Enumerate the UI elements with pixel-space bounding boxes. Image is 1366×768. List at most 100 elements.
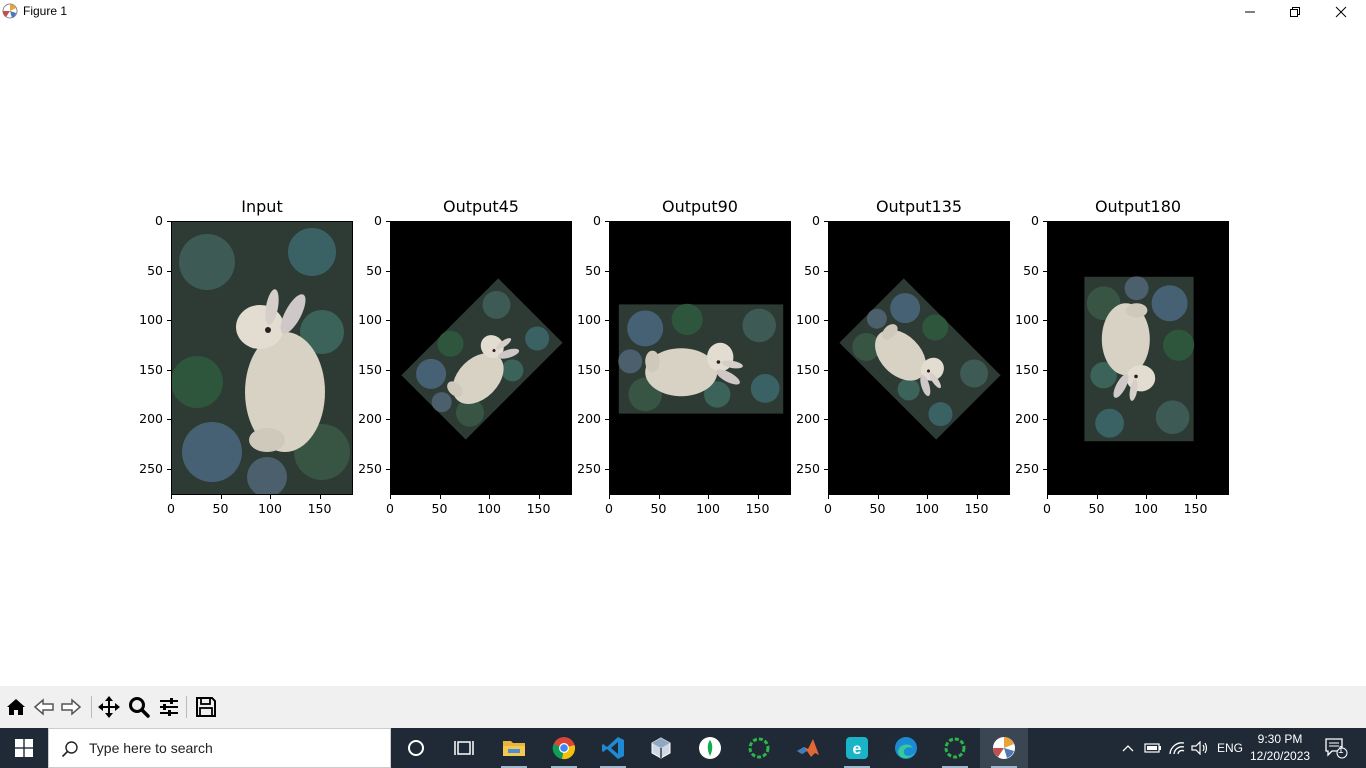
taskbar-virtualbox[interactable] (637, 728, 685, 768)
task-view-button[interactable] (440, 728, 488, 768)
pan-button[interactable] (96, 694, 122, 720)
taskbar-app-ring-2[interactable] (931, 728, 979, 768)
cortana-icon (408, 740, 424, 756)
home-button[interactable] (3, 694, 29, 720)
x-tick-label: 150 (526, 501, 551, 516)
close-button[interactable] (1318, 0, 1364, 24)
y-tick-mark (824, 320, 828, 321)
y-tick-mark (167, 320, 171, 321)
x-tick-label: 0 (824, 501, 832, 516)
y-tick-label: 150 (139, 361, 163, 377)
taskbar-eclipse-app[interactable]: e (833, 728, 881, 768)
forward-button[interactable] (58, 694, 84, 720)
y-tick-label: 0 (812, 213, 820, 228)
y-tick-mark (386, 270, 390, 272)
y-tick-mark (605, 419, 609, 420)
close-icon (1335, 6, 1347, 18)
x-tick-label: 150 (745, 501, 770, 516)
taskbar-mongodb[interactable] (686, 728, 734, 768)
save-button[interactable] (193, 694, 219, 720)
y-tick-label: 150 (577, 361, 601, 377)
window-title: Figure 1 (23, 4, 68, 18)
y-tick-label: 150 (796, 361, 820, 377)
back-button[interactable] (31, 694, 57, 720)
y-tick-label: 50 (804, 262, 820, 278)
image-axes[interactable] (828, 221, 1010, 495)
taskbar-vscode[interactable] (589, 728, 637, 768)
x-tick-label: 50 (431, 501, 448, 516)
image-axes[interactable] (1047, 221, 1229, 495)
configure-subplots-button[interactable] (156, 694, 182, 720)
image-axes[interactable] (390, 221, 572, 495)
x-tick-mark (877, 495, 879, 499)
y-tick-mark (386, 221, 390, 222)
notification-icon (1325, 738, 1348, 759)
axes-title: Output45 (443, 197, 519, 216)
taskbar-app-ring[interactable] (735, 728, 783, 768)
y-tick-label: 100 (577, 312, 601, 327)
taskbar-matlab[interactable] (784, 728, 832, 768)
x-tick-label: 100 (696, 501, 720, 516)
taskbar-search-box[interactable]: Type here to search (48, 728, 391, 768)
x-tick-mark (538, 495, 540, 499)
x-tick-mark (658, 495, 660, 499)
y-tick-mark (1043, 221, 1047, 222)
clock-button[interactable]: 9:30 PM 12/20/2023 (1250, 731, 1310, 765)
restore-button[interactable] (1272, 0, 1318, 24)
x-tick-mark (757, 495, 759, 499)
x-tick-mark (828, 495, 829, 499)
minimize-icon (1245, 11, 1255, 13)
svg-text:e: e (853, 741, 862, 758)
x-tick-mark (439, 495, 441, 499)
input-language-button[interactable]: ENG (1213, 728, 1247, 768)
x-tick-mark (220, 495, 222, 499)
taskbar-file-explorer[interactable] (490, 728, 538, 768)
start-button[interactable] (0, 728, 48, 768)
virtualbox-icon (651, 737, 671, 759)
y-tick-label: 200 (796, 411, 820, 426)
figure-canvas[interactable]: Input 0 50 100 150 200 250 0 50 100 150 Output45 (0, 24, 1366, 686)
zoom-button[interactable] (126, 694, 152, 720)
x-tick-label: 150 (307, 501, 332, 516)
minimize-button[interactable] (1227, 0, 1273, 24)
x-tick-label: 50 (1088, 501, 1105, 516)
network-button[interactable] (1166, 728, 1188, 768)
show-hidden-icons-button[interactable] (1118, 728, 1138, 768)
x-tick-label: 0 (386, 501, 394, 516)
battery-button[interactable] (1142, 728, 1164, 768)
y-tick-mark (167, 270, 171, 272)
y-tick-label: 100 (1015, 312, 1039, 327)
y-tick-label: 50 (147, 262, 163, 278)
y-tick-label: 0 (374, 213, 382, 228)
image-axes[interactable] (171, 221, 353, 495)
taskbar-matplotlib-figure[interactable] (980, 728, 1028, 768)
matplotlib-app-icon (2, 3, 18, 19)
toolbar-separator (91, 696, 92, 718)
y-tick-label: 50 (366, 262, 382, 278)
x-tick-mark (270, 495, 271, 499)
notifications-button[interactable]: 1 (1318, 728, 1354, 768)
taskbar-chrome[interactable] (540, 728, 588, 768)
file-explorer-icon (503, 741, 525, 756)
notification-count: 1 (1338, 745, 1344, 756)
x-tick-mark (708, 495, 709, 499)
cortana-button[interactable] (392, 728, 440, 768)
x-tick-label: 100 (1134, 501, 1158, 516)
image-axes[interactable] (609, 221, 791, 495)
y-tick-label: 200 (1015, 411, 1039, 426)
x-tick-mark (927, 495, 928, 499)
y-tick-mark (167, 369, 171, 371)
x-tick-label: 100 (915, 501, 939, 516)
save-icon (196, 697, 216, 717)
taskbar-edge[interactable] (882, 728, 930, 768)
y-tick-mark (386, 320, 390, 321)
x-tick-mark (1195, 495, 1197, 499)
y-tick-mark (824, 270, 828, 272)
y-tick-label: 250 (796, 460, 820, 476)
y-tick-label: 100 (796, 312, 820, 327)
y-tick-label: 0 (593, 213, 601, 228)
volume-button[interactable] (1189, 728, 1211, 768)
y-tick-mark (605, 468, 609, 470)
x-tick-label: 0 (1043, 501, 1051, 516)
y-tick-label: 250 (139, 460, 163, 476)
